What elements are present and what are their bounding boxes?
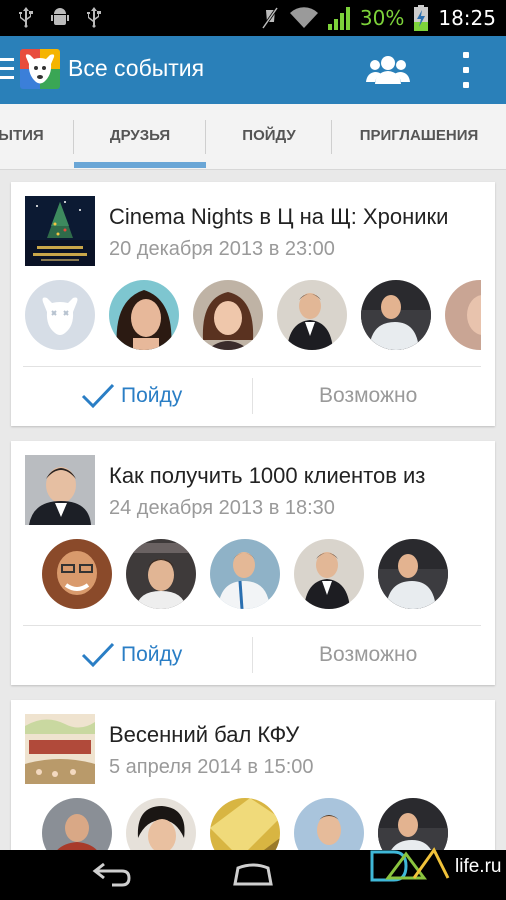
friend-avatars [25,539,481,611]
event-thumbnail[interactable] [25,196,95,266]
event-title[interactable]: Как получить 1000 клиентов из [109,463,489,489]
avatar[interactable] [294,798,364,850]
avatar[interactable] [210,539,280,609]
avatar[interactable] [277,280,347,350]
tab-going[interactable]: ПОЙДУ [206,104,332,170]
action-divider [252,378,253,414]
event-date: 24 декабря 2013 в 18:30 [109,497,335,519]
checkmark-icon [81,383,115,409]
event-card[interactable]: Весенний бал КФУ 5 апреля 2014 в 15:00 [11,700,495,850]
avatar[interactable] [42,798,112,850]
card-divider [23,366,481,367]
avatar[interactable] [378,798,448,850]
tab-friends[interactable]: ДРУЗЬЯ [74,104,206,170]
home-icon[interactable] [232,862,274,888]
avatar[interactable] [378,539,448,609]
avatar[interactable] [445,280,481,350]
usb-icon [19,7,33,28]
event-thumbnail[interactable] [25,455,95,525]
card-divider [23,625,481,626]
mute-icon [261,7,279,29]
avatar[interactable] [25,280,95,350]
avatar[interactable] [126,539,196,609]
event-title[interactable]: Cinema Nights в Ц на Щ: Хроники [109,204,489,230]
avatar[interactable] [126,798,196,850]
tab-invitations[interactable]: ПРИГЛАШЕНИЯ [332,104,506,170]
usb-icon [87,7,101,28]
signal-icon [327,7,350,30]
battery-percent: 30% [359,6,405,30]
battery-charging-icon [414,5,429,31]
going-label: Пойду [121,643,183,666]
event-date: 20 декабря 2013 в 23:00 [109,238,335,260]
avatar[interactable] [210,798,280,850]
menu-icon[interactable] [0,58,14,80]
maybe-button[interactable]: Возможно [319,637,417,673]
friends-icon[interactable] [366,54,410,86]
avatar[interactable] [294,539,364,609]
avatar[interactable] [193,280,263,350]
avatar[interactable] [361,280,431,350]
going-button[interactable]: Пойду [81,637,182,673]
event-card[interactable]: Cinema Nights в Ц на Щ: Хроники 20 декаб… [11,182,495,426]
friend-avatars [25,798,481,850]
tab-bar: ЫТИЯ ДРУЗЬЯ ПОЙДУ ПРИГЛАШЕНИЯ [0,104,506,170]
going-button[interactable]: Пойду [81,378,182,414]
checkmark-icon [81,642,115,668]
event-thumbnail[interactable] [25,714,95,784]
event-date: 5 апреля 2014 в 15:00 [109,756,314,778]
avatar[interactable] [109,280,179,350]
event-title[interactable]: Весенний бал КФУ [109,722,489,748]
overflow-menu-icon[interactable] [459,52,473,88]
avatar[interactable] [42,539,112,609]
clock: 18:25 [438,6,496,30]
watermark-text: life.ru [455,856,502,877]
app-bar: Все события [0,36,506,104]
maybe-button[interactable]: Возможно [319,378,417,414]
friend-avatars [25,280,481,352]
action-divider [252,637,253,673]
going-label: Пойду [121,384,183,407]
back-icon[interactable] [92,862,132,888]
status-bar: 30% 18:25 [0,0,506,36]
android-debug-icon [51,8,69,25]
wifi-icon [289,7,318,29]
vk-logo[interactable] [20,49,60,89]
page-title: Все события [68,55,205,81]
event-card[interactable]: Как получить 1000 клиентов из 24 декабря… [11,441,495,685]
tab-all-events[interactable]: ЫТИЯ [0,104,52,170]
selected-tab-indicator [74,162,206,168]
